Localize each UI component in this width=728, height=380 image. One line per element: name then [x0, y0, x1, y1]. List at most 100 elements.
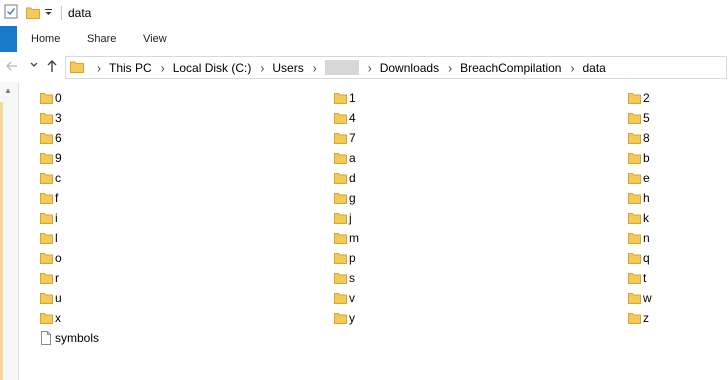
chevron-right-icon[interactable]: ›	[567, 60, 577, 75]
list-item[interactable]: t	[628, 269, 646, 287]
list-item[interactable]: l	[40, 229, 58, 247]
list-item[interactable]: s	[334, 269, 355, 287]
list-item[interactable]: v	[334, 289, 355, 307]
item-label: d	[349, 171, 356, 185]
list-item[interactable]: k	[628, 209, 649, 227]
customize-toolbar-icon[interactable]	[44, 5, 53, 19]
folder-icon	[40, 153, 53, 164]
list-item[interactable]: g	[334, 189, 356, 207]
list-item[interactable]: x	[40, 309, 61, 327]
breadcrumb-downloads[interactable]: Downloads	[380, 61, 439, 75]
folder-icon	[628, 233, 641, 244]
nav-pane-edge	[0, 102, 3, 380]
item-label: a	[349, 151, 356, 165]
chevron-right-icon[interactable]: ›	[94, 60, 104, 75]
file-tab[interactable]	[0, 26, 17, 52]
item-label: e	[643, 171, 650, 185]
chevron-right-icon[interactable]: ›	[310, 60, 320, 75]
folder-icon	[334, 173, 347, 184]
list-item[interactable]: symbols	[40, 329, 99, 347]
list-item[interactable]: p	[334, 249, 356, 267]
list-item[interactable]: e	[628, 169, 650, 187]
properties-icon[interactable]	[4, 4, 18, 19]
list-item[interactable]: 7	[334, 129, 356, 147]
item-label: r	[55, 271, 59, 285]
list-item[interactable]: n	[628, 229, 650, 247]
item-label: n	[643, 231, 650, 245]
list-item[interactable]: 6	[40, 129, 62, 147]
list-item[interactable]: 4	[334, 109, 356, 127]
item-label: o	[55, 251, 62, 265]
chevron-right-icon[interactable]: ›	[365, 60, 375, 75]
list-item[interactable]: h	[628, 189, 650, 207]
item-label: m	[349, 231, 359, 245]
item-label: y	[349, 311, 355, 325]
folder-icon	[40, 233, 53, 244]
breadcrumb-local-disk[interactable]: Local Disk (C:)	[173, 61, 252, 75]
list-item[interactable]: w	[628, 289, 652, 307]
navigation-pane[interactable]: ▲	[0, 82, 19, 380]
item-label: b	[643, 151, 650, 165]
item-label: j	[349, 211, 352, 225]
breadcrumb-users[interactable]: Users	[272, 61, 303, 75]
folder-icon	[334, 293, 347, 304]
item-label: i	[55, 211, 58, 225]
folder-icon	[40, 313, 53, 324]
list-item[interactable]: 2	[628, 89, 650, 107]
file-icon	[41, 331, 51, 345]
address-bar[interactable]: › This PC › Local Disk (C:) › Users › › …	[65, 56, 727, 79]
list-item[interactable]: b	[628, 149, 650, 167]
list-item[interactable]: u	[40, 289, 62, 307]
list-item[interactable]: f	[40, 189, 58, 207]
list-item[interactable]: j	[334, 209, 352, 227]
breadcrumb-breachcompilation[interactable]: BreachCompilation	[460, 61, 561, 75]
list-item[interactable]: a	[334, 149, 356, 167]
item-label: 0	[55, 91, 62, 105]
breadcrumb-this-pc[interactable]: This PC	[109, 61, 152, 75]
item-label: p	[349, 251, 356, 265]
item-label: k	[643, 211, 649, 225]
list-item[interactable]: i	[40, 209, 58, 227]
item-label: symbols	[55, 331, 100, 345]
item-label: 5	[643, 111, 650, 125]
back-arrow-icon[interactable]	[5, 59, 19, 73]
tab-home[interactable]: Home	[31, 33, 60, 45]
list-item[interactable]: 3	[40, 109, 62, 127]
chevron-right-icon[interactable]: ›	[257, 60, 267, 75]
item-label: w	[643, 291, 652, 305]
folder-icon	[40, 293, 53, 304]
list-item[interactable]: y	[334, 309, 355, 327]
folder-icon	[40, 113, 53, 124]
chevron-right-icon[interactable]: ›	[445, 60, 455, 75]
list-item[interactable]: m	[334, 229, 359, 247]
new-folder-icon[interactable]	[26, 6, 40, 19]
folder-icon	[40, 93, 53, 104]
item-label: 8	[643, 131, 650, 145]
tab-view[interactable]: View	[143, 33, 167, 45]
breadcrumb-data[interactable]: data	[582, 61, 605, 75]
list-item[interactable]: q	[628, 249, 650, 267]
scroll-up-icon[interactable]: ▲	[4, 86, 12, 95]
folder-icon	[70, 61, 84, 73]
list-item[interactable]: 5	[628, 109, 650, 127]
breadcrumb-redacted-user[interactable]	[324, 60, 359, 75]
list-item[interactable]: 0	[40, 89, 62, 107]
list-item[interactable]: 1	[334, 89, 356, 107]
list-item[interactable]: d	[334, 169, 356, 187]
tab-share[interactable]: Share	[87, 33, 116, 45]
list-item[interactable]: r	[40, 269, 59, 287]
chevron-down-icon[interactable]	[29, 60, 39, 70]
item-label: x	[55, 311, 61, 325]
list-item[interactable]: z	[628, 309, 649, 327]
up-arrow-icon[interactable]	[45, 59, 59, 73]
folder-icon	[40, 173, 53, 184]
window-title: data	[68, 6, 92, 20]
folder-icon	[334, 153, 347, 164]
chevron-right-icon[interactable]: ›	[158, 60, 168, 75]
list-item[interactable]: c	[40, 169, 61, 187]
item-label: t	[643, 271, 647, 285]
list-item[interactable]: 8	[628, 129, 650, 147]
item-label: q	[643, 251, 650, 265]
list-item[interactable]: 9	[40, 149, 62, 167]
list-item[interactable]: o	[40, 249, 62, 267]
